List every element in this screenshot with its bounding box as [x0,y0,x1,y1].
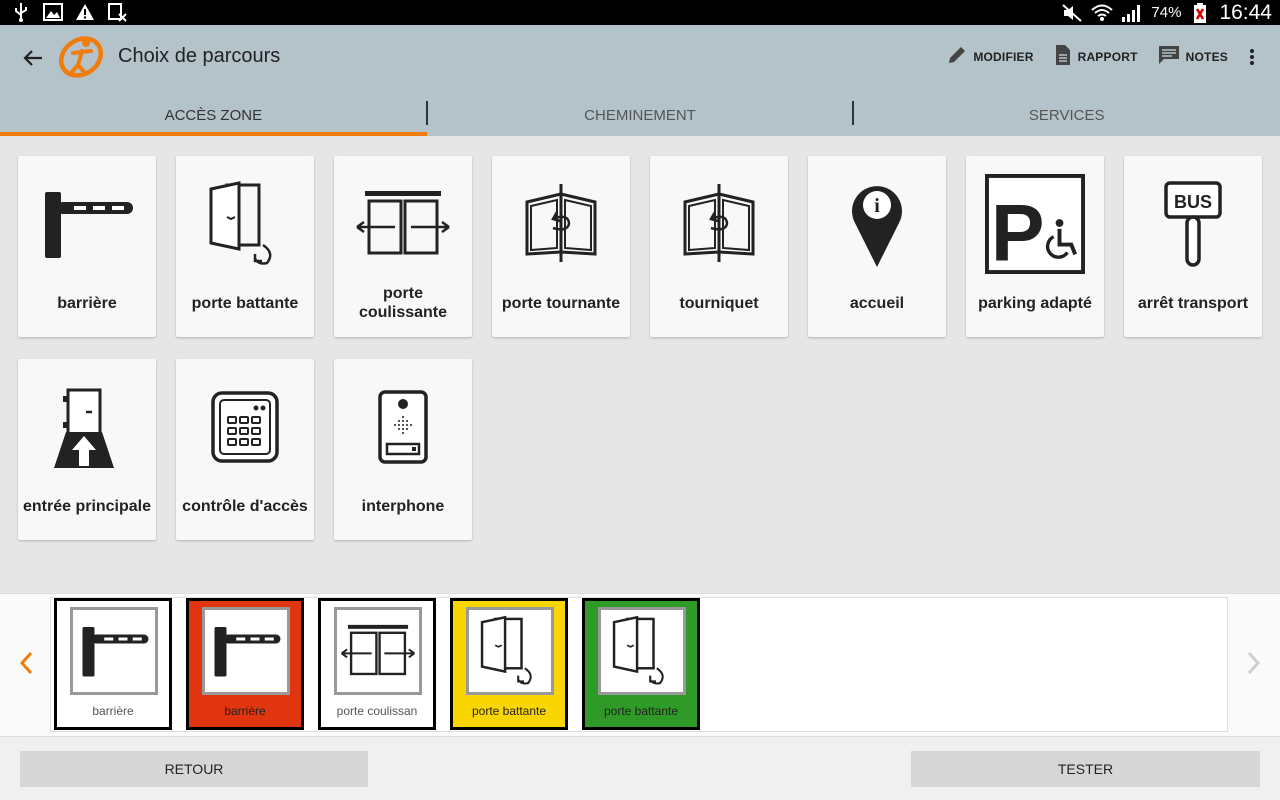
svg-text:i: i [874,195,880,217]
swing-door-icon [195,174,295,274]
card-arret-transport[interactable]: BUS arrêt transport [1124,156,1262,337]
card-label: entrée principale [22,497,152,515]
keypad-icon [195,377,295,477]
strip-tile-5[interactable]: porte battante [582,598,700,730]
mute-icon [1061,3,1083,23]
warning-icon [74,2,96,22]
footer-bar: RETOUR TESTER [0,736,1280,800]
action-bar: MODIFIER RAPPORT NOTES [937,43,1266,71]
notes-button[interactable]: NOTES [1148,43,1238,71]
tile-label: porte battante [471,704,547,718]
tab-divider [426,101,428,125]
image-icon [42,2,64,22]
card-label: arrêt transport [1137,294,1249,312]
card-interphone[interactable]: interphone [334,359,472,540]
main-entrance-icon [37,377,137,477]
battery-icon [1189,2,1211,23]
card-label: parking adapté [978,294,1092,312]
barrier-icon [37,174,137,274]
card-parking-adapte[interactable]: P parking adapté [966,156,1104,337]
strip-tile-4[interactable]: porte battante [450,598,568,730]
tester-button[interactable]: TESTER [911,751,1260,787]
card-porte-tournante[interactable]: porte tournante [492,156,630,337]
card-label: barrière [57,294,117,312]
modifier-label: MODIFIER [973,50,1034,64]
tile-label: porte coulissan [336,704,418,718]
strip-tile-3[interactable]: porte coulissan [318,598,436,730]
sliding-door-icon [353,174,453,274]
rapport-label: RAPPORT [1077,50,1138,64]
card-tourniquet[interactable]: tourniquet [650,156,788,337]
pencil-icon [947,45,967,70]
usb-icon [10,2,32,22]
signal-icon [1121,3,1143,23]
tab-acces-zone[interactable]: ACCÈS ZONE [0,95,427,136]
barrier-icon [70,607,158,695]
strip-tile-1[interactable]: barrière [54,598,172,730]
back-arrow-icon[interactable] [18,43,48,73]
swing-door-icon [466,607,554,695]
tab-cheminement[interactable]: CHEMINEMENT [427,95,854,136]
app-bar: Choix de parcours MODIFIER RAPPORT NOTES… [0,25,1280,136]
sliding-door-icon [334,607,422,695]
modifier-button[interactable]: MODIFIER [937,43,1043,71]
tab-divider [852,101,854,125]
battery-percent: 74% [1151,4,1182,21]
card-label: porte coulissante [358,285,448,321]
clock: 16:44 [1219,0,1272,24]
tab-services[interactable]: SERVICES [853,95,1280,136]
tile-label: porte battante [603,704,679,718]
overflow-menu-icon[interactable] [1238,43,1266,71]
card-label: porte tournante [501,294,621,312]
sim-icon [106,2,128,22]
swing-door-icon [598,607,686,695]
turnstile-icon [669,174,769,274]
card-label: tourniquet [679,294,759,312]
card-porte-coulissante[interactable]: porte coulissante [334,156,472,337]
info-pin-icon: i [827,174,927,274]
tile-label: barrière [92,704,134,718]
document-icon [1054,44,1072,71]
notes-icon [1158,45,1180,70]
tile-label: barrière [224,704,266,718]
revolving-door-icon [511,174,611,274]
retour-button[interactable]: RETOUR [20,751,368,787]
app-logo [55,31,107,83]
rapport-button[interactable]: RAPPORT [1044,43,1148,71]
wifi-icon [1091,3,1114,23]
status-bar: 74% 16:44 [0,0,1280,25]
card-label: contrôle d'accès [182,497,308,515]
card-barriere[interactable]: barrière [18,156,156,337]
barrier-icon [202,607,290,695]
bus-stop-icon: BUS [1143,174,1243,274]
tab-bar: ACCÈS ZONE CHEMINEMENT SERVICES [0,95,1280,136]
svg-text:P: P [991,188,1045,275]
notes-label: NOTES [1185,50,1228,64]
card-entree-principale[interactable]: entrée principale [18,359,156,540]
card-label: accueil [849,294,905,312]
card-accueil[interactable]: i accueil [808,156,946,337]
svg-text:BUS: BUS [1174,192,1212,212]
card-porte-battante[interactable]: porte battante [176,156,314,337]
scroll-right-icon[interactable] [1240,648,1268,678]
card-label: interphone [361,497,445,515]
intercom-icon [353,377,453,477]
accessible-parking-icon: P [985,174,1085,275]
card-label: porte battante [191,294,299,312]
page-title: Choix de parcours [118,45,281,67]
card-controle-acces[interactable]: contrôle d'accès [176,359,314,540]
strip-tile-2[interactable]: barrière [186,598,304,730]
scroll-left-icon[interactable] [12,648,40,678]
